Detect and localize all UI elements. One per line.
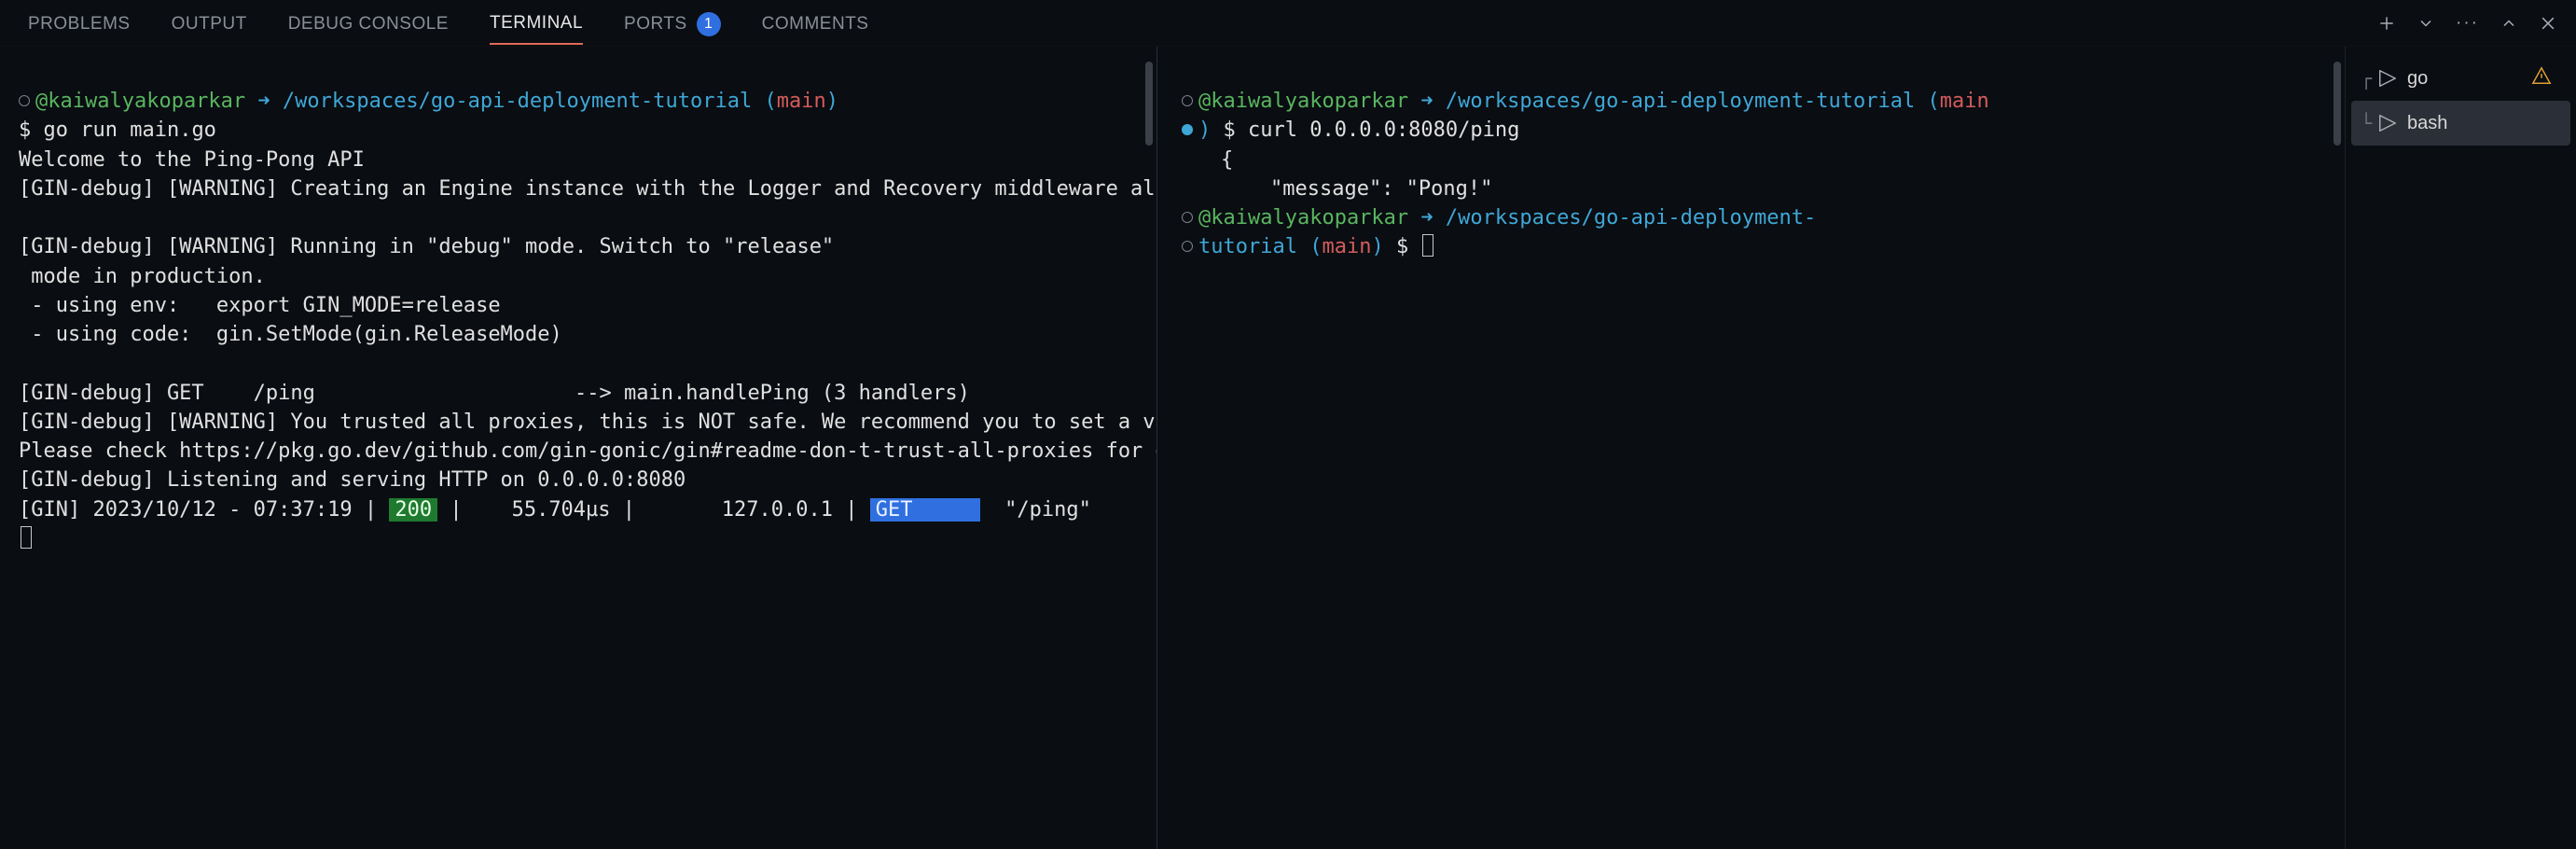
panel-tabbar: PROBLEMS OUTPUT DEBUG CONSOLE TERMINAL P…: [0, 0, 2576, 47]
panel-actions: ···: [2377, 13, 2557, 34]
prompt-branch: main: [1322, 235, 1371, 258]
plus-icon: [2377, 14, 2396, 33]
terminal-list: ┌ go └ bash: [2345, 47, 2576, 849]
prompt-dollar: $: [19, 118, 31, 142]
left-output-route: [GIN-debug] GET /ping --> main.handlePin…: [19, 382, 970, 405]
status-code-badge: 200: [389, 498, 437, 522]
terminal-list-label: go: [2407, 68, 2428, 90]
terminal-pane-left[interactable]: @kaiwalyakoparkar ➜ /workspaces/go-api-d…: [0, 47, 1156, 849]
right-command: curl 0.0.0.0:8080/ping: [1248, 118, 1519, 142]
terminal-cursor: [21, 526, 32, 549]
chevron-up-icon: [2500, 14, 2518, 33]
left-output-debug-mode-l1: [GIN-debug] [WARNING] Running in "debug"…: [19, 235, 834, 258]
left-command: go run main.go: [44, 118, 216, 142]
left-output-engine-warning: [GIN-debug] [WARNING] Creating an Engine…: [19, 177, 1156, 201]
left-output-code-hint: - using code: gin.SetMode(gin.ReleaseMod…: [19, 323, 562, 346]
terminal-list-label: bash: [2407, 113, 2447, 134]
prompt-dollar: $: [1396, 235, 1408, 258]
terminal-box-icon: [2377, 113, 2398, 133]
prompt-user: @kaiwalyakoparkar: [35, 90, 245, 113]
left-output-debug-mode-l2: mode in production.: [19, 265, 266, 288]
prompt-dollar: $: [1224, 118, 1236, 142]
prompt-paren-close: ): [1371, 235, 1383, 258]
prompt-path: /workspaces/go-api-deployment-tutorial: [283, 90, 752, 113]
terminal-workspace: @kaiwalyakoparkar ➜ /workspaces/go-api-d…: [0, 47, 2576, 849]
new-terminal-button[interactable]: [2377, 14, 2396, 33]
terminal-box-icon: [2377, 68, 2398, 89]
close-icon: [2539, 14, 2557, 33]
prompt-marker-icon: [19, 95, 30, 106]
left-output-welcome: Welcome to the Ping-Pong API: [19, 148, 365, 172]
tab-output[interactable]: OUTPUT: [172, 3, 247, 44]
close-panel-button[interactable]: [2539, 14, 2557, 33]
warning-icon: [2531, 65, 2561, 91]
prompt-marker-icon: [1182, 95, 1193, 106]
scrollbar-thumb[interactable]: [2334, 62, 2341, 146]
prompt-path: /workspaces/go-api-deployment-tutorial: [1446, 90, 1915, 113]
prompt-paren-close: ): [826, 90, 838, 113]
left-output-proxy-warning: [GIN-debug] [WARNING] You trusted all pr…: [19, 411, 1156, 434]
right-output-message: "message": "Pong!": [1221, 177, 1492, 201]
prompt-path-wrap: /workspaces/go-api-deployment-: [1446, 206, 1816, 230]
prompt-user: @kaiwalyakoparkar: [1198, 90, 1408, 113]
tree-branch-icon: ┌: [2361, 67, 2372, 90]
scrollbar-thumb[interactable]: [1145, 62, 1153, 146]
tab-comments[interactable]: COMMENTS: [762, 3, 869, 44]
left-request-line: [GIN] 2023/10/12 - 07:37:19 | 200 | 55.7…: [19, 498, 1091, 522]
prompt-marker-icon: [1182, 212, 1193, 223]
chevron-down-icon: [2417, 14, 2435, 33]
left-output-listen: [GIN-debug] Listening and serving HTTP o…: [19, 468, 686, 492]
left-output-env-hint: - using env: export GIN_MODE=release: [19, 294, 501, 317]
running-marker-icon: [1182, 124, 1193, 135]
terminal-list-item-go[interactable]: ┌ go: [2351, 56, 2570, 101]
prompt-paren-close: ): [1198, 118, 1211, 142]
tab-problems[interactable]: PROBLEMS: [28, 3, 131, 44]
prompt-arrow-icon: ➜: [1420, 90, 1433, 113]
prompt-branch: main: [777, 90, 826, 113]
more-actions-button[interactable]: ···: [2456, 13, 2479, 34]
prompt-marker-icon: [1182, 241, 1193, 252]
left-output-proxy-link: Please check https://pkg.go.dev/github.c…: [19, 439, 1156, 463]
new-terminal-dropdown[interactable]: [2417, 14, 2435, 33]
terminal-list-item-bash[interactable]: └ bash: [2351, 101, 2570, 146]
prompt-paren-open: (: [1928, 90, 1940, 113]
terminal-cursor: [1422, 234, 1433, 257]
tab-ports[interactable]: PORTS 1: [624, 1, 721, 46]
prompt-arrow-icon: ➜: [257, 90, 270, 113]
tab-terminal[interactable]: TERMINAL: [490, 2, 583, 45]
prompt-user: @kaiwalyakoparkar: [1198, 206, 1408, 230]
http-method-badge: GET: [870, 498, 980, 522]
prompt-paren-open: (: [765, 90, 777, 113]
tree-branch-icon: └: [2361, 112, 2372, 134]
prompt-path-tail: tutorial: [1198, 235, 1297, 258]
maximize-panel-button[interactable]: [2500, 14, 2518, 33]
prompt-branch: main: [1940, 90, 1989, 113]
ports-count-badge: 1: [697, 12, 721, 36]
tab-debug-console[interactable]: DEBUG CONSOLE: [288, 3, 449, 44]
terminal-pane-right[interactable]: @kaiwalyakoparkar ➜ /workspaces/go-api-d…: [1156, 47, 2345, 849]
right-output-brace-open: {: [1221, 148, 1233, 172]
tab-ports-label: PORTS: [624, 14, 687, 35]
prompt-paren-open: (: [1309, 235, 1322, 258]
prompt-arrow-icon: ➜: [1420, 206, 1433, 230]
